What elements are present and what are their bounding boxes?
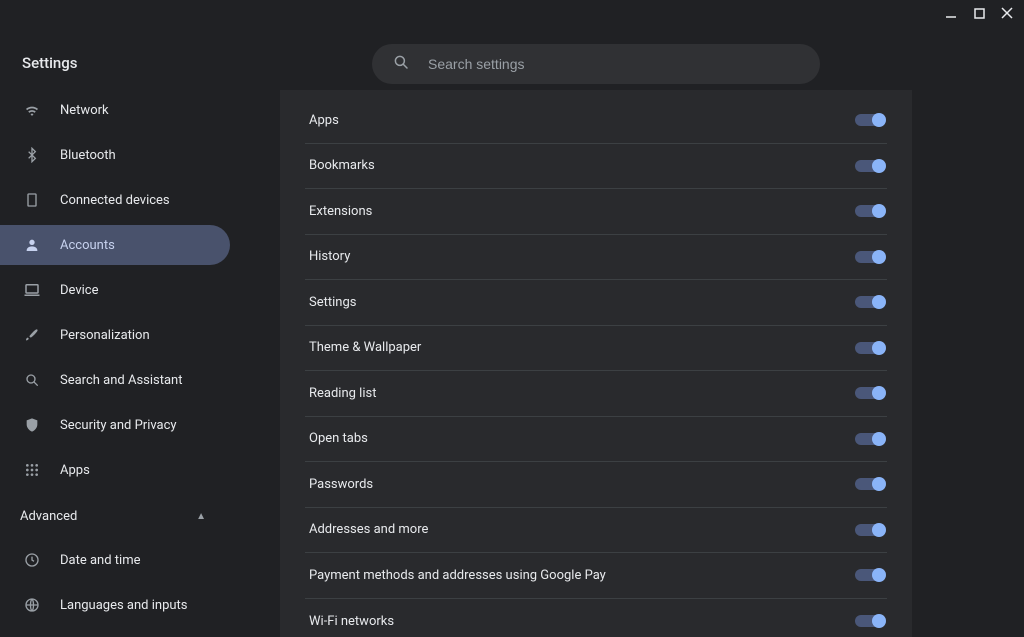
globe-icon — [22, 597, 42, 613]
advanced-label: Advanced — [20, 509, 77, 524]
sidebar-item-datetime[interactable]: Date and time — [0, 540, 230, 580]
header: Settings — [0, 0, 1024, 90]
laptop-icon — [22, 281, 42, 299]
sidebar-item-personalization[interactable]: Personalization — [0, 315, 230, 355]
person-icon — [22, 237, 42, 253]
sidebar-item-apps[interactable]: Apps — [0, 450, 230, 490]
toggle-extensions[interactable] — [855, 205, 885, 217]
sync-row-passwords: Passwords — [305, 462, 887, 508]
sync-row-wifi: Wi-Fi networks — [305, 599, 887, 637]
chevron-up-icon: ▲ — [196, 511, 206, 522]
sync-row-bookmarks: Bookmarks — [305, 144, 887, 190]
window-controls — [944, 6, 1014, 20]
sidebar-item-bluetooth[interactable]: Bluetooth — [0, 135, 230, 175]
sidebar-item-connected-devices[interactable]: Connected devices — [0, 180, 230, 220]
shield-icon — [22, 417, 42, 433]
minimize-button[interactable] — [944, 6, 958, 20]
sync-row-label: Payment methods and addresses using Goog… — [305, 568, 606, 583]
sync-row-open-tabs: Open tabs — [305, 417, 887, 463]
toggle-bookmarks[interactable] — [855, 160, 885, 172]
toggle-passwords[interactable] — [855, 478, 885, 490]
sync-row-label: Open tabs — [305, 431, 368, 446]
toggle-reading-list[interactable] — [855, 387, 885, 399]
close-button[interactable] — [1000, 6, 1014, 20]
sidebar-item-label: Security and Privacy — [60, 418, 177, 433]
sync-row-theme: Theme & Wallpaper — [305, 326, 887, 372]
toggle-apps[interactable] — [855, 114, 885, 126]
wifi-icon — [22, 101, 42, 119]
toggle-theme[interactable] — [855, 342, 885, 354]
toggle-open-tabs[interactable] — [855, 433, 885, 445]
toggle-settings[interactable] — [855, 296, 885, 308]
sidebar-item-label: Personalization — [60, 328, 150, 343]
sidebar-item-network[interactable]: Network — [0, 90, 230, 130]
toggle-addresses[interactable] — [855, 524, 885, 536]
bluetooth-icon — [22, 147, 42, 163]
sync-row-settings: Settings — [305, 280, 887, 326]
maximize-button[interactable] — [972, 6, 986, 20]
search-input[interactable] — [428, 56, 800, 72]
sync-row-label: Settings — [305, 295, 356, 310]
sidebar-item-label: Connected devices — [60, 193, 170, 208]
sidebar-item-search-assistant[interactable]: Search and Assistant — [0, 360, 230, 400]
right-gutter — [912, 90, 1024, 637]
sync-row-label: Apps — [305, 113, 339, 128]
sync-row-label: Addresses and more — [305, 522, 428, 537]
sidebar-item-label: Network — [60, 103, 109, 118]
advanced-toggle[interactable]: Advanced ▲ — [0, 496, 280, 536]
sidebar-item-label: Accounts — [60, 238, 115, 253]
sidebar-item-label: Apps — [60, 463, 90, 478]
sidebar-item-label: Search and Assistant — [60, 373, 183, 388]
toggle-payment[interactable] — [855, 569, 885, 581]
clock-icon — [22, 552, 42, 568]
sidebar-item-device[interactable]: Device — [0, 270, 230, 310]
sidebar-item-label: Languages and inputs — [60, 598, 188, 613]
sync-row-label: History — [305, 249, 350, 264]
grid-icon — [22, 462, 42, 478]
sidebar-item-security[interactable]: Security and Privacy — [0, 405, 230, 445]
sidebar: Network Bluetooth Connected devices Acco… — [0, 90, 280, 637]
sync-row-extensions: Extensions — [305, 189, 887, 235]
search-icon — [392, 53, 410, 75]
sync-row-history: History — [305, 235, 887, 281]
sync-row-label: Wi-Fi networks — [305, 614, 394, 629]
devices-icon — [22, 192, 42, 208]
sync-row-label: Extensions — [305, 204, 372, 219]
toggle-wifi[interactable] — [855, 615, 885, 627]
page-title: Settings — [22, 54, 78, 72]
sync-row-label: Bookmarks — [305, 158, 375, 173]
sidebar-item-label: Date and time — [60, 553, 141, 568]
search-box[interactable] — [372, 44, 820, 84]
sync-options-list: Apps Bookmarks Extensions History Settin… — [280, 90, 912, 637]
sidebar-item-label: Bluetooth — [60, 148, 116, 163]
search-icon — [22, 372, 42, 388]
main-panel: Apps Bookmarks Extensions History Settin… — [280, 90, 912, 637]
sidebar-item-label: Device — [60, 283, 99, 298]
sync-row-apps: Apps — [305, 98, 887, 144]
sync-row-payment: Payment methods and addresses using Goog… — [305, 553, 887, 599]
sidebar-item-languages[interactable]: Languages and inputs — [0, 585, 230, 625]
sidebar-item-accounts[interactable]: Accounts — [0, 225, 230, 265]
toggle-history[interactable] — [855, 251, 885, 263]
brush-icon — [22, 327, 42, 343]
sync-row-label: Theme & Wallpaper — [305, 340, 421, 355]
sync-row-label: Reading list — [305, 386, 376, 401]
sync-row-label: Passwords — [305, 477, 373, 492]
sync-row-reading-list: Reading list — [305, 371, 887, 417]
sync-row-addresses: Addresses and more — [305, 508, 887, 554]
